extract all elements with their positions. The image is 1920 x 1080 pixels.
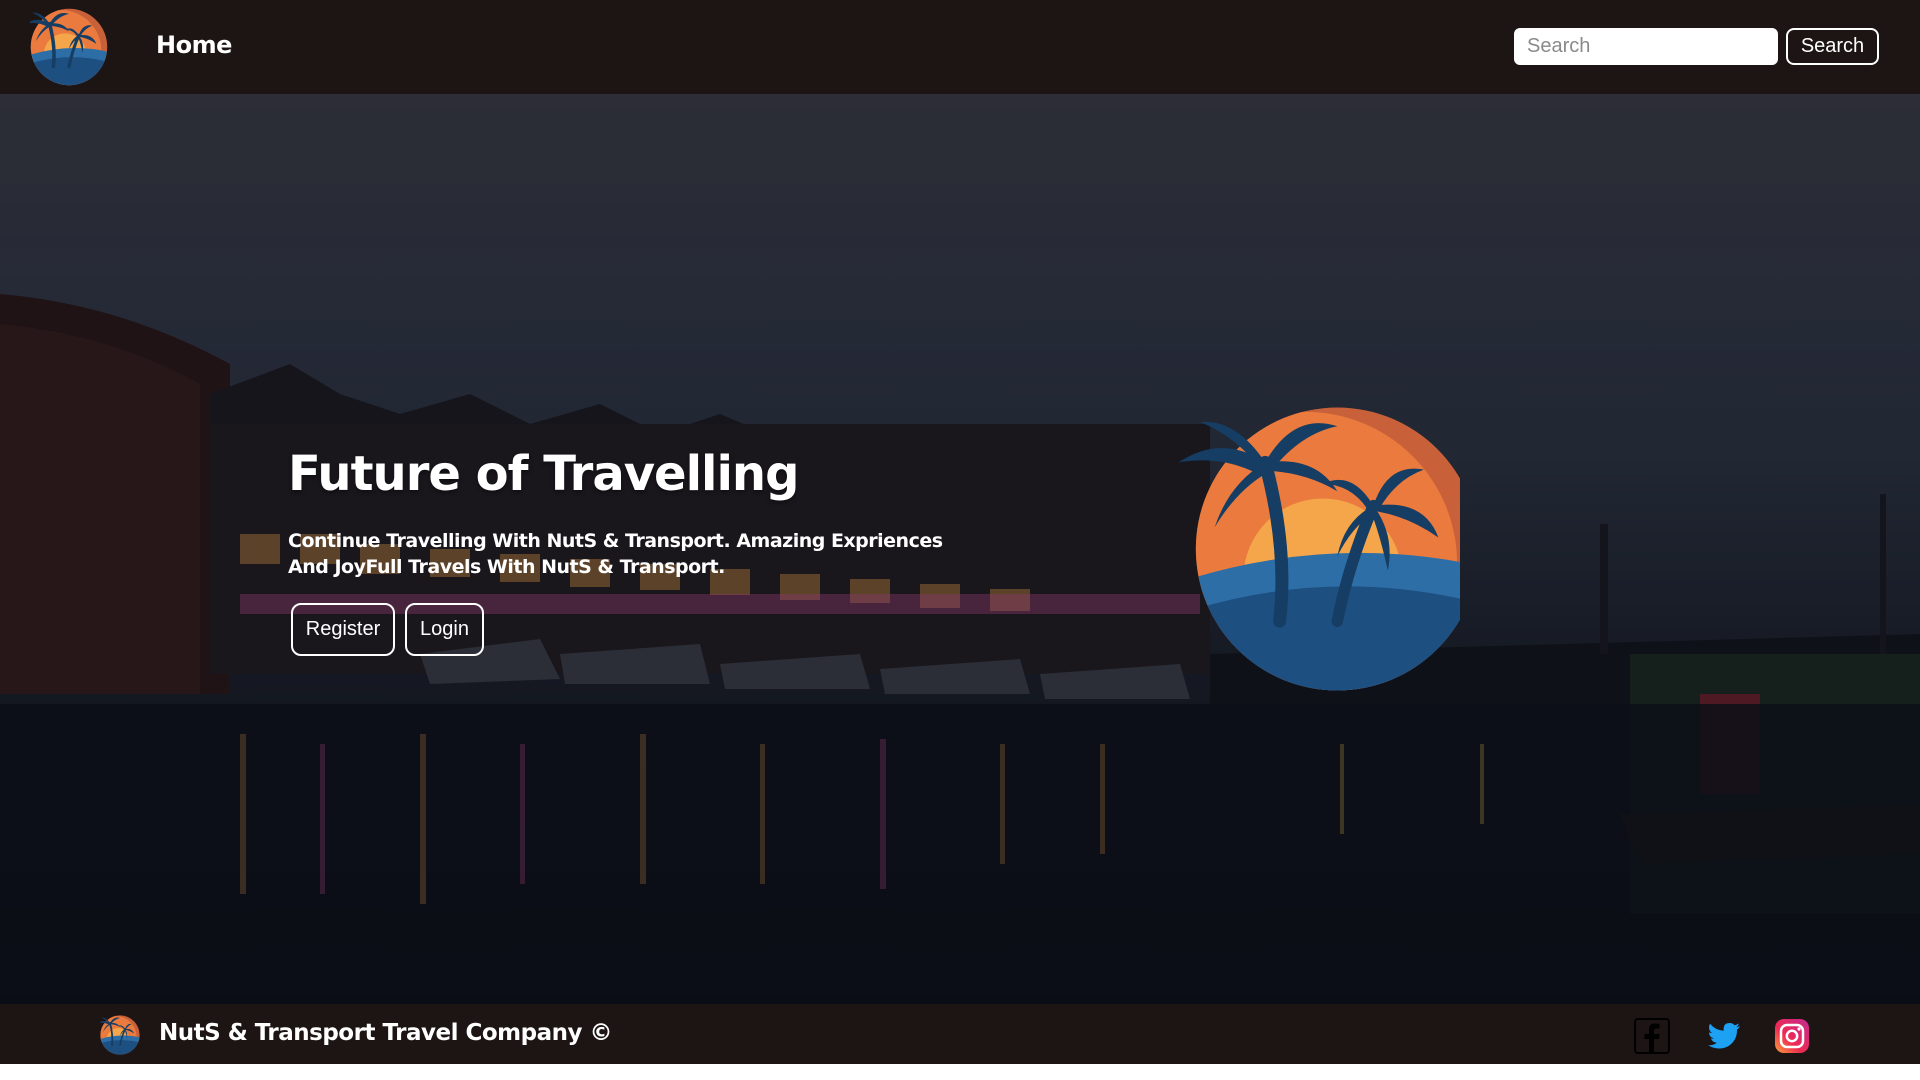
hero-title: Future of Travelling bbox=[288, 446, 799, 502]
hero-section: Future of Travelling Continue Travelling… bbox=[0, 94, 1920, 1004]
nav-home-link[interactable]: Home bbox=[156, 31, 232, 59]
search-button[interactable]: Search bbox=[1786, 28, 1879, 65]
search-input[interactable] bbox=[1514, 28, 1778, 65]
footer-company-text: NutS & Transport Travel Company © bbox=[159, 1020, 612, 1046]
login-button[interactable]: Login bbox=[405, 603, 484, 656]
footer: NutS & Transport Travel Company © bbox=[0, 1004, 1920, 1064]
hero-description-line-1: Continue Travelling With NutS & Transpor… bbox=[288, 530, 943, 552]
palm-island-logo-icon[interactable] bbox=[30, 8, 108, 86]
top-navbar: Home Search bbox=[0, 0, 1920, 94]
instagram-icon[interactable] bbox=[1774, 1018, 1810, 1054]
hero-description-line-2: And JoyFull Travels With NutS & Transpor… bbox=[288, 556, 725, 578]
palm-island-logo-icon bbox=[100, 1015, 140, 1055]
hero-description: Continue Travelling With NutS & Transpor… bbox=[288, 528, 988, 580]
facebook-icon[interactable] bbox=[1634, 1018, 1670, 1054]
register-button[interactable]: Register bbox=[291, 603, 395, 656]
page-bottom-strip bbox=[0, 1064, 1920, 1080]
palm-island-logo-icon bbox=[1128, 394, 1460, 704]
twitter-icon[interactable] bbox=[1706, 1018, 1742, 1054]
